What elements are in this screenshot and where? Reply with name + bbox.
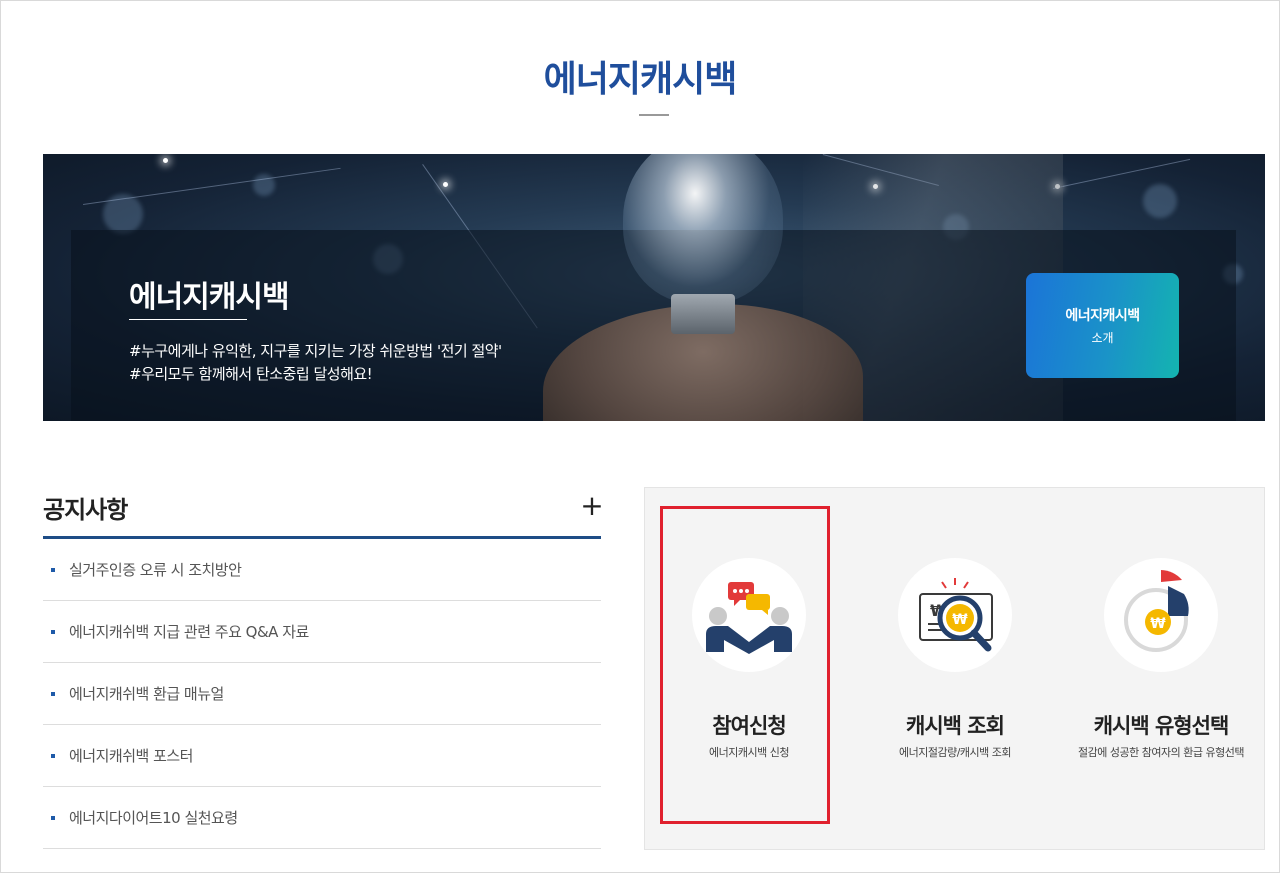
list-item[interactable]: 에너지캐쉬백 포스터 (43, 725, 601, 787)
won-pie-chart-icon: ₩ (1104, 558, 1218, 672)
list-item[interactable]: 에너지다이어트10 실천요령 (43, 787, 601, 849)
banner-tagline-2: #우리모두 함께해서 탄소중립 달성해요! (129, 365, 373, 383)
svg-text:₩: ₩ (952, 612, 968, 628)
service-description: 에너지절감량/캐시백 조회 (898, 746, 1012, 759)
list-item[interactable]: 에너지캐쉬백 환급 매뉴얼 (43, 663, 601, 725)
cashback-inquiry-button[interactable]: ₩ ₩ 캐시백 조회 에너지절감량/캐시백 조회 (855, 488, 1055, 851)
notice-list: 실거주인증 오류 시 조치방안 에너지캐쉬백 지급 관련 주요 Q&A 자료 에… (43, 539, 601, 849)
service-title: 참여신청 (712, 714, 786, 738)
bullet-icon (51, 567, 55, 572)
banner-title: 에너지캐시백 (129, 280, 290, 315)
list-item[interactable]: 에너지캐쉬백 지급 관련 주요 Q&A 자료 (43, 601, 601, 663)
won-magnifier-icon: ₩ ₩ (898, 558, 1012, 672)
notice-link[interactable]: 실거주인증 오류 시 조치방안 (69, 559, 242, 580)
list-item[interactable]: 실거주인증 오류 시 조치방안 (43, 539, 601, 601)
svg-text:₩: ₩ (1150, 616, 1166, 632)
hero-banner: 에너지캐시백 #누구에게나 유익한, 지구를 지키는 가장 쉬운방법 '전기 절… (43, 154, 1265, 421)
service-panel: 참여신청 에너지캐시백 신청 ₩ ₩ 캐시백 조회 에너지절감량/캐시백 조회 (644, 487, 1265, 850)
banner-divider (129, 319, 247, 320)
bullet-icon (51, 753, 55, 758)
service-description: 절감에 성공한 참여자의 환급 유형선택 (1078, 746, 1244, 759)
light-bulb-image (623, 154, 783, 304)
bullet-icon (51, 629, 55, 634)
participation-chat-icon (692, 558, 806, 672)
cashback-type-select-button[interactable]: ₩ 캐시백 유형선택 절감에 성공한 참여자의 환급 유형선택 (1061, 488, 1261, 851)
bullet-icon (51, 815, 55, 820)
intro-button-subtitle: 소개 (1091, 331, 1114, 345)
intro-button[interactable]: 에너지캐시백 소개 (1026, 273, 1179, 378)
service-description: 에너지캐시백 신청 (709, 746, 789, 759)
page-title: 에너지캐시백 (543, 59, 738, 100)
intro-button-title: 에너지캐시백 (1065, 308, 1140, 324)
notice-link[interactable]: 에너지다이어트10 실천요령 (69, 807, 238, 828)
bullet-icon (51, 691, 55, 696)
banner-tagline-1: #누구에게나 유익한, 지구를 지키는 가장 쉬운방법 '전기 절약' (129, 342, 502, 360)
notice-link[interactable]: 에너지캐쉬백 포스터 (69, 745, 193, 766)
notice-more-button[interactable]: + (578, 490, 606, 522)
service-title: 캐시백 조회 (906, 714, 1005, 738)
notice-section-title: 공지사항 (43, 496, 128, 524)
title-divider (639, 114, 669, 116)
notice-link[interactable]: 에너지캐쉬백 지급 관련 주요 Q&A 자료 (69, 621, 309, 642)
participation-apply-button[interactable]: 참여신청 에너지캐시백 신청 (649, 488, 849, 851)
service-title: 캐시백 유형선택 (1093, 714, 1230, 738)
notice-link[interactable]: 에너지캐쉬백 환급 매뉴얼 (69, 683, 224, 704)
